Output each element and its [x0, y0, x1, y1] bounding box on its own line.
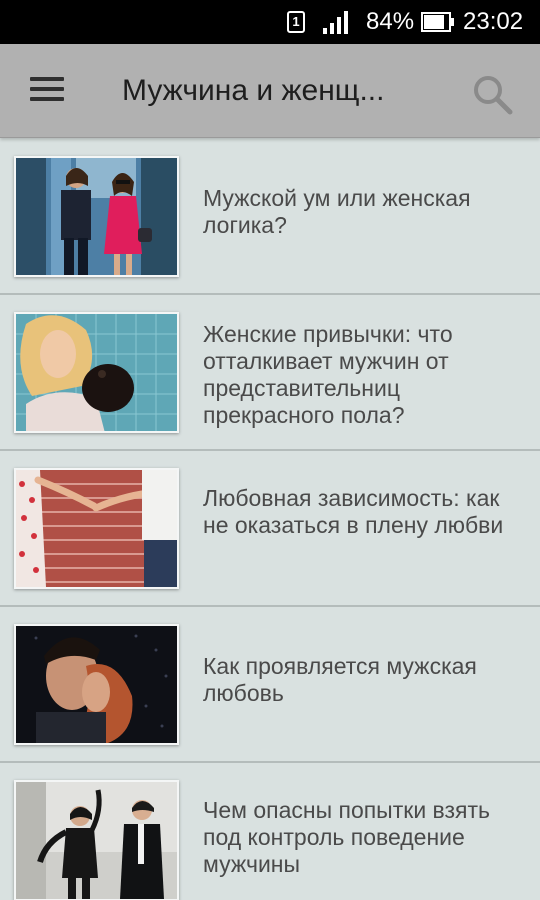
- article-item-4[interactable]: Как проявляется мужская любовь: [0, 607, 540, 763]
- article-thumbnail-1: [14, 156, 179, 277]
- couple-arguing-photo: [16, 782, 177, 899]
- page-title: Мужчина и женщ...: [122, 74, 385, 107]
- battery-percent: 84%: [366, 8, 415, 35]
- article-list[interactable]: Мужской ум или женская логика? Женские п…: [0, 139, 540, 900]
- article-title-1: Мужской ум или женская логика?: [203, 185, 471, 238]
- article-title-5: Чем опасны попытки взять под контроль по…: [203, 797, 491, 877]
- article-thumbnail-2: [14, 312, 179, 433]
- article-thumbnail-4: [14, 624, 179, 745]
- article-title-3: Любовная зависимость: как не оказаться в…: [203, 485, 504, 538]
- search-icon[interactable]: [468, 70, 516, 118]
- couple-walking-photo: [16, 158, 177, 275]
- app-bar: Мужчина и женщ...: [0, 44, 540, 138]
- sim-card-icon: 1: [287, 11, 305, 33]
- holding-hands-brick-wall-photo: [16, 470, 177, 587]
- battery-icon: [421, 12, 454, 32]
- article-title-4: Как проявляется мужская любовь: [203, 653, 477, 706]
- article-item-2[interactable]: Женские привычки: что отталкивает мужчин…: [0, 295, 540, 451]
- woman-with-dog-photo: [16, 314, 177, 431]
- article-thumbnail-3: [14, 468, 179, 589]
- couple-embrace-photo: [16, 626, 177, 743]
- signal-strength-icon: [323, 11, 348, 34]
- article-thumbnail-5: [14, 780, 179, 900]
- hamburger-menu-icon[interactable]: [30, 77, 64, 103]
- article-title-2: Женские привычки: что отталкивает мужчин…: [203, 321, 453, 428]
- article-item-1[interactable]: Мужской ум или женская логика?: [0, 139, 540, 295]
- status-bar: 1 84% 23:02: [0, 0, 540, 44]
- article-item-5[interactable]: Чем опасны попытки взять под контроль по…: [0, 763, 540, 900]
- article-item-3[interactable]: Любовная зависимость: как не оказаться в…: [0, 451, 540, 607]
- clock: 23:02: [463, 8, 524, 35]
